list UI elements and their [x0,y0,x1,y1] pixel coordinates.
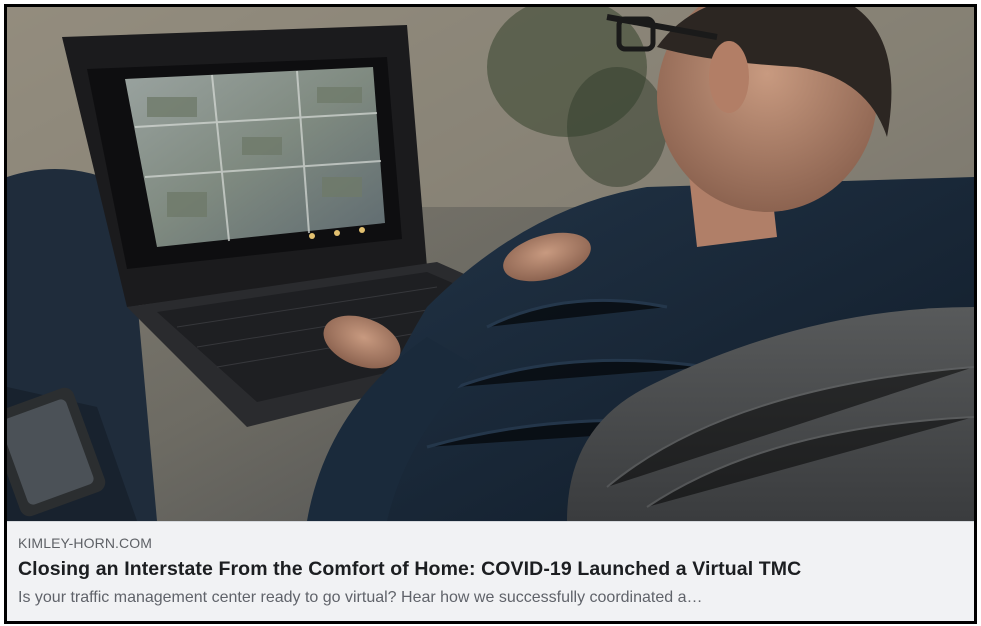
link-domain: KIMLEY-HORN.COM [18,535,153,551]
link-description: Is your traffic management center ready … [18,589,703,606]
photo-man-laptop-icon [7,7,974,521]
preview-meta[interactable]: KIMLEY-HORN.COM Closing an Interstate Fr… [7,521,974,621]
link-title[interactable]: Closing an Interstate From the Comfort o… [18,557,963,582]
link-preview-card[interactable]: KIMLEY-HORN.COM Closing an Interstate Fr… [4,4,977,624]
preview-image[interactable] [7,7,974,521]
